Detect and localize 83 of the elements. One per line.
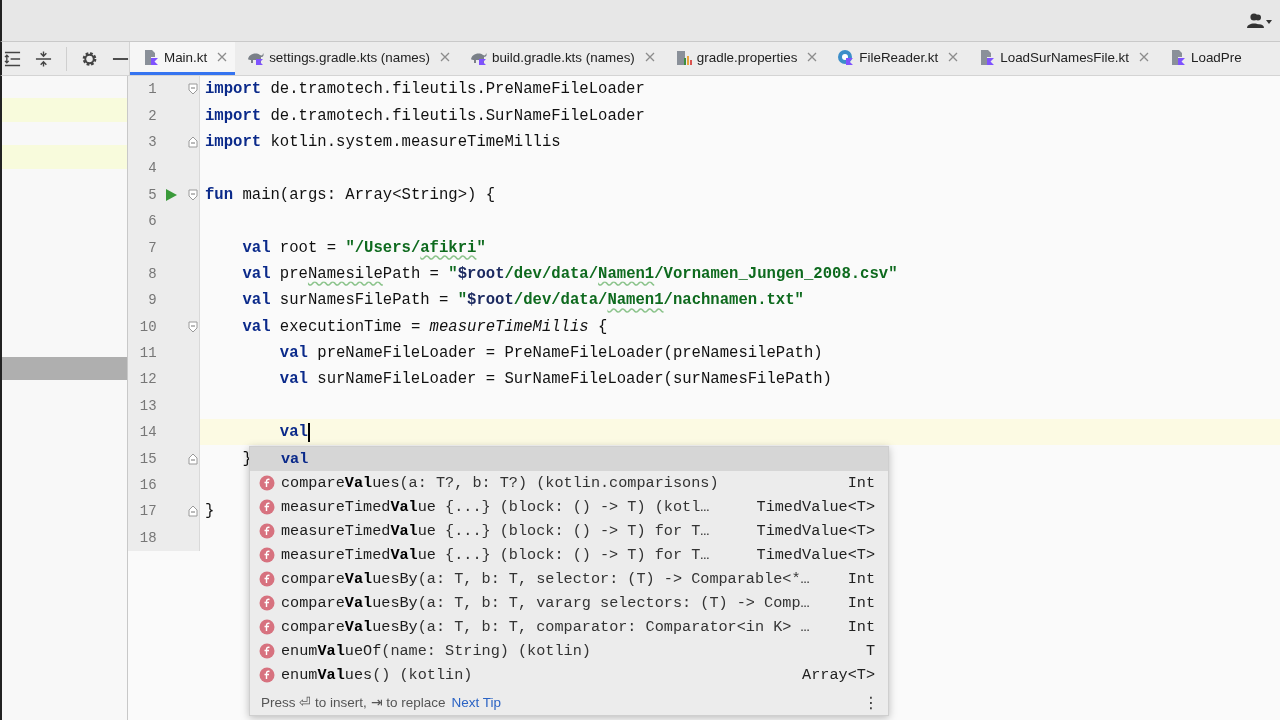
line-number: 12 — [138, 371, 157, 388]
kotlin-file-icon — [1169, 48, 1186, 66]
completion-item[interactable]: val — [250, 447, 888, 471]
line-number: 1 — [147, 81, 157, 98]
completion-item[interactable]: compareValuesBy(a: T, b: T, vararg selectors: (T) -> Comp… Int — [250, 591, 888, 615]
fold-marker-icon[interactable] — [188, 135, 199, 148]
fold-marker-icon[interactable] — [188, 452, 199, 465]
line-number: 6 — [147, 213, 157, 230]
editor-tab[interactable]: gradle.properties — [662, 42, 826, 75]
expand-all-icon[interactable] — [4, 49, 21, 68]
function-icon — [259, 643, 275, 659]
code-line: val preNameFileLoader = PreNameFileLoader(preNamesilePath) — [278, 344, 823, 363]
function-icon — [259, 571, 275, 587]
line-number: 8 — [147, 265, 157, 282]
function-icon — [259, 475, 275, 491]
completion-item[interactable]: measureTimedValue {...} (block: () -> T) for T… TimedValue<T> — [250, 519, 888, 543]
code-line: val executionTime = measureTimeMillis { — [241, 317, 608, 336]
line-number: 13 — [138, 397, 157, 414]
editor-tab[interactable]: LoadSurNamesFile.kt — [966, 42, 1157, 75]
line-number: 11 — [138, 345, 157, 362]
function-icon — [259, 523, 275, 539]
line-number: 18 — [138, 529, 157, 546]
fold-marker-icon[interactable] — [188, 320, 199, 333]
code-line: val root = "/Users/afikri" — [241, 238, 486, 257]
close-icon[interactable] — [807, 52, 818, 62]
completion-item[interactable]: compareValuesBy(a: T, b: T, selector: (T) -> Comparable<*… Int — [250, 567, 888, 591]
code-line: val surNameFileLoader = SurNameFileLoader(surNamesFilePath) — [278, 370, 832, 389]
function-icon — [259, 595, 275, 611]
kotlin-file-icon — [142, 48, 159, 66]
settings-icon[interactable] — [80, 49, 98, 68]
editor-tab[interactable]: settings.gradle.kts (names) — [235, 42, 458, 75]
line-number: 3 — [147, 133, 157, 150]
code-line: import de.tramotech.fileutils.SurNameFileLoader — [205, 106, 645, 125]
editor-tab[interactable]: LoadPre — [1157, 42, 1250, 75]
line-number: 16 — [138, 477, 157, 494]
close-icon[interactable] — [217, 52, 228, 62]
completion-item[interactable]: compareValuesBy(a: T, b: T, comparator: Comparator<in K> … Int — [250, 615, 888, 639]
code-line: val surNamesFilePath = "$root/dev/data/Namen1/nachnamen.txt" — [241, 291, 804, 310]
close-icon[interactable] — [1139, 52, 1149, 62]
line-number: 15 — [138, 450, 157, 467]
editor-tab[interactable]: Main.kt — [130, 42, 236, 75]
code-line: fun main(args: Array<String>) { — [205, 185, 496, 204]
fold-marker-icon[interactable] — [188, 505, 199, 518]
class-file-icon — [837, 48, 855, 66]
line-number: 2 — [147, 107, 157, 124]
function-icon — [259, 619, 275, 635]
more-button[interactable]: ⋮ — [863, 692, 879, 712]
completion-item[interactable]: compareValues(a: T?, b: T?) (kotlin.comparisons) Int — [250, 471, 888, 495]
kotlin-file-icon — [978, 48, 996, 66]
close-icon[interactable] — [644, 52, 655, 62]
line-number: 4 — [147, 160, 157, 177]
function-icon — [259, 547, 275, 563]
bar-chart-icon — [674, 48, 692, 66]
code-line: import kotlin.system.measureTimeMillis — [205, 132, 561, 151]
completion-item[interactable]: enumValues() (kotlin) Array<T> — [250, 663, 888, 687]
line-number: 17 — [138, 503, 157, 520]
completion-item[interactable]: measureTimedValue {...} (block: () -> T) (kotl… TimedValue<T> — [250, 495, 888, 519]
user-icon[interactable] — [1247, 12, 1273, 29]
fold-marker-icon[interactable] — [188, 188, 199, 201]
code-line: import de.tramotech.fileutils.PreNameFileLoader — [205, 80, 645, 99]
editor-tab[interactable]: FileReader.kt — [825, 42, 967, 75]
completion-item[interactable]: enumValueOf(name: String) (kotlin) T — [250, 639, 888, 663]
close-icon[interactable] — [948, 52, 959, 62]
code-line: val — [278, 422, 310, 442]
next-tip-link[interactable]: Next Tip — [451, 694, 502, 710]
line-number: 9 — [147, 292, 157, 309]
function-icon — [259, 499, 275, 515]
close-icon[interactable] — [439, 52, 450, 62]
code-line: } — [241, 449, 252, 468]
hint-text: Press ⏎ to insert, ⇥ to replace — [261, 694, 446, 710]
editor-tab[interactable]: build.gradle.kts (names) — [457, 42, 663, 75]
function-icon — [259, 667, 275, 683]
code-line: val preNamesilePath = "$root/dev/data/Namen1/Vornamen_Jungen_2008.csv" — [241, 264, 898, 283]
fold-marker-icon[interactable] — [188, 83, 199, 96]
collapse-all-icon[interactable] — [35, 49, 53, 68]
line-number: 7 — [147, 239, 157, 256]
completion-item[interactable]: measureTimedValue {...} (block: () -> T) for T… TimedValue<T> — [250, 543, 888, 567]
code-line: } — [205, 502, 215, 521]
line-number: 14 — [138, 424, 157, 441]
text-cursor — [307, 422, 310, 442]
line-number: 10 — [138, 318, 157, 335]
line-number: 5 — [147, 186, 157, 203]
run-icon[interactable] — [166, 188, 178, 201]
